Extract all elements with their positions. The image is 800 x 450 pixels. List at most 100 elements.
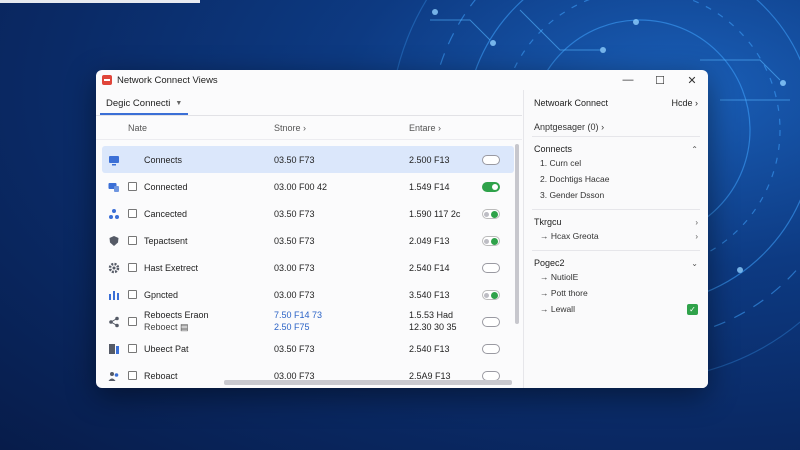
section-title: Connects [534,144,573,154]
details-panel: Netwoark Connect Hcde › Anptgesager (0) … [523,90,708,388]
panel-section: Pogec2 ⌄ → NutiolE → Pott thore → Lewall ✓ [532,250,700,323]
connection-name: Connects [144,154,183,165]
section-item-label: → NutiolE [540,272,579,282]
connection-status: 03.00 F73 [274,289,315,300]
connection-status: 03.50 F73 [274,343,315,354]
doc-icon [108,343,120,355]
section-item[interactable]: 2. Dochtigs Hacae [534,171,698,187]
app-window: Network Connect Views — ☐ ✕ Degic Connec… [96,70,708,388]
section-header[interactable]: Tkrgcu › [534,216,698,228]
connection-status: 03.00 F73 [274,370,315,381]
connection-name: Connected [144,181,188,192]
connection-toggle[interactable] [482,343,500,354]
connection-entry: 2.049 F13 [409,235,450,246]
chevron-down-icon: ▼ [175,99,183,107]
section-title: Tkrgcu [534,217,562,227]
section-item[interactable]: 3. Gender Dsson [534,187,698,203]
connection-entry: 2.500 F13 [409,154,450,165]
section-item-label: 3. Gender Dsson [540,190,605,200]
panel-section: Tkrgcu › → Hcax Greota › [532,209,700,250]
connection-toggle[interactable] [482,181,500,192]
caret-icon: ⌃ [691,144,698,154]
table-row[interactable]: Gpncted 03.00 F73 3.540 F13 [96,281,514,308]
connection-name: Reboects Eraon [144,310,209,320]
connection-toggle[interactable] [482,235,500,246]
row-checkbox[interactable] [128,209,137,218]
connection-subname: Reboect ▤ [144,322,189,332]
connection-status-secondary: 2.50 F75 [274,322,310,332]
connection-entry: 2.540 F13 [409,343,450,354]
nodes-icon [108,208,120,220]
section-header[interactable]: Connects ⌃ [534,143,698,155]
vertical-scrollbar[interactable] [514,140,520,374]
row-checkbox[interactable] [128,182,137,191]
connections-pane: Degic Connecti ▼ Nate Stnore › Entare › … [96,90,522,388]
chevron-right-icon: › [695,231,698,241]
share-icon [108,316,120,328]
section-item[interactable]: → Hcax Greota › [534,228,698,244]
minimize-button[interactable]: — [612,70,644,90]
row-checkbox[interactable] [128,317,137,326]
connection-status: 03.50 F73 [274,154,315,165]
connection-entry: 1.549 F14 [409,181,450,192]
table-row[interactable]: Cancected 03.50 F73 1.590 117 2c [96,200,514,227]
table-row[interactable]: Connects 03.50 F73 2.500 F13 [102,146,514,173]
section-item[interactable]: → Lewall ✓ [534,301,698,317]
connection-entry-secondary: 12.30 30 35 [409,322,457,332]
connection-name: Tepactsent [144,235,188,246]
connection-toggle[interactable] [482,262,500,273]
hide-panel-button[interactable]: Hcde › [671,98,698,108]
check-icon[interactable]: ✓ [687,303,698,315]
section-title: Pogec2 [534,258,565,268]
section-item[interactable]: → NutiolE [534,269,698,285]
panel-title: Netwoark Connect [534,98,609,108]
connection-entry: 1.5.53 Had [409,310,454,320]
table-row[interactable]: Tepactsent 03.50 F73 2.049 F13 [96,227,514,254]
connection-status: 03.50 F73 [274,208,315,219]
monitor-icon [108,154,120,166]
connection-status: 03.00 F73 [274,262,315,273]
panel-section: Connects ⌃ 1. Curn cel 2. Dochtigs Hacae 3. … [532,136,700,209]
connection-toggle[interactable] [482,289,500,300]
connection-toggle[interactable] [482,316,500,327]
caret-icon: ⌄ [691,258,698,268]
connection-name: Ubeect Pat [144,343,189,354]
devices-icon [108,181,120,193]
table-row[interactable]: Hast Exetrect 03.00 F73 2.540 F14 [96,254,514,281]
connection-name: Gpncted [144,289,179,300]
section-item[interactable]: → Pott thore [534,285,698,301]
section-item[interactable]: 1. Curn cel [534,155,698,171]
section-item-label: 2. Dochtigs Hacae [540,174,610,184]
table-row[interactable]: Ubeect Pat 03.50 F73 2.540 F13 [96,335,514,362]
row-checkbox[interactable] [128,263,137,272]
connection-name: Hast Exetrect [144,262,199,273]
tab-bar: Degic Connecti ▼ [96,90,522,116]
row-checkbox[interactable] [128,344,137,353]
section-header[interactable]: Pogec2 ⌄ [534,257,698,269]
table-row[interactable]: Connected 03.00 F00 42 1.549 F14 [96,173,514,200]
section-item-label: 1. Curn cel [540,158,582,168]
row-checkbox[interactable] [128,236,137,245]
column-header-name[interactable]: Nate [128,123,147,133]
panel-subtitle: Anptgesager (0) › [534,122,605,132]
row-checkbox[interactable] [128,371,137,380]
column-header-entry[interactable]: Entare › [409,123,441,133]
horizontal-scrollbar[interactable] [224,380,512,385]
tab-connections[interactable]: Degic Connecti ▼ [100,93,189,115]
row-checkbox[interactable] [128,290,137,299]
connection-entry: 2.5A9 F13 [409,370,451,381]
connection-entry: 2.540 F14 [409,262,450,273]
connection-entry: 1.590 117 2c [409,208,461,219]
table-row[interactable]: Reboects Eraon Reboect ▤ 7.50 F14 73 2.50… [96,308,514,335]
section-item-label: → Lewall [540,304,575,314]
connection-toggle[interactable] [482,154,500,165]
column-headers: Nate Stnore › Entare › [96,116,522,140]
column-header-status[interactable]: Stnore › [274,123,306,133]
bars-icon [108,289,120,301]
connection-toggle[interactable] [482,370,500,381]
maximize-button[interactable]: ☐ [644,70,676,90]
shield-icon [108,235,120,247]
connection-toggle[interactable] [482,208,500,219]
close-button[interactable]: ✕ [676,70,708,90]
title-bar: Network Connect Views — ☐ ✕ [96,70,708,90]
